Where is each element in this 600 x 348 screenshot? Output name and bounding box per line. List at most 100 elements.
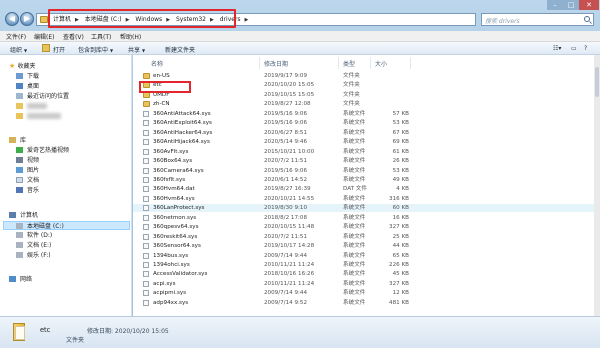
file-name: 360AntiHijack64.sys (153, 139, 210, 146)
file-row[interactable]: 360AntiHacker64.sys 2020/6/27 8:51 系统文件 67 … (133, 129, 594, 137)
column-header-name[interactable]: 名称 (151, 59, 163, 68)
file-name: acpipmi.sys (153, 290, 187, 297)
etc-highlight-box (139, 81, 191, 93)
file-row[interactable]: adp94xx.sys 2009/7/14 9:52 系统文件 481 KB (133, 299, 594, 307)
details-type: 文件夹 (66, 337, 85, 344)
preview-pane-icon[interactable]: ▭ (571, 45, 577, 52)
file-row[interactable]: 360AntiHijack64.sys 2020/5/14 9:46 系统文件 69 … (133, 138, 594, 146)
file-name: 360Box64.sys (153, 158, 193, 165)
file-row[interactable]: acpipmi.sys 2009/7/14 9:44 系统文件 12 KB (133, 289, 594, 297)
nav-network[interactable]: 网络 (9, 275, 32, 284)
file-row[interactable]: 360reskit64.sys 2020/7/2 11:51 系统文件 25 KB (133, 233, 594, 241)
nav-drive-f[interactable]: 娱乐 (F:) (16, 251, 51, 260)
view-options-icon[interactable]: ☷▾ (553, 45, 561, 52)
nav-iqiyi[interactable]: 爱奇艺热播视频 (16, 146, 69, 155)
file-row[interactable]: 1394ohci.sys 2010/11/21 11:24 系统文件 226 KB (133, 261, 594, 269)
file-row[interactable]: zh-CN 2019/8/27 12:08 文件夹 (133, 100, 594, 108)
column-header-type[interactable]: 类型 (343, 59, 355, 68)
menu-view[interactable]: 查看(V) (63, 32, 84, 41)
file-type: 文件夹 (343, 101, 360, 108)
open-button[interactable]: 打开 (53, 45, 65, 54)
folder-icon (16, 103, 23, 109)
column-divider[interactable] (370, 57, 371, 69)
menu-help[interactable]: 帮助(H) (120, 32, 141, 41)
column-divider[interactable] (410, 57, 411, 69)
nav-favorites[interactable]: ★ 收藏夹 (9, 62, 36, 71)
file-date: 2019/10/17 14:28 (264, 243, 315, 250)
file-row[interactable]: 360netmon.sys 2018/8/2 17:08 系统文件 16 KB (133, 214, 594, 222)
file-row[interactable]: 360fsflt.sys 2020/6/1 14:52 系统文件 49 KB (133, 176, 594, 184)
file-row[interactable]: 360Box64.sys 2020/7/2 11:51 系统文件 26 KB (133, 157, 594, 165)
file-row[interactable]: 360Camera64.sys 2019/5/16 9:06 系统文件 53 KB (133, 167, 594, 175)
column-header-date[interactable]: 修改日期 (264, 59, 288, 68)
maximize-button[interactable]: □ (563, 0, 579, 10)
file-size: 226 KB (389, 262, 409, 268)
nav-documents-label: 文档 (27, 177, 40, 184)
nav-favorites-label: 收藏夹 (17, 63, 36, 70)
drive-icon (16, 223, 23, 229)
organize-button[interactable]: 组织 ▼ (10, 45, 27, 54)
file-row[interactable]: 1394bus.sys 2009/7/14 9:44 系统文件 65 KB (133, 252, 594, 260)
nav-documents[interactable]: 文档 (16, 176, 39, 185)
menu-edit[interactable]: 编辑(E) (34, 32, 54, 41)
help-icon[interactable]: ? (584, 45, 587, 52)
folder-icon (13, 323, 25, 341)
nav-downloads[interactable]: 下载 (16, 72, 39, 81)
star-icon: ★ (9, 62, 18, 70)
search-input[interactable]: 搜索 drivers (481, 13, 594, 26)
explorer-window: ◀ ▶ – □ ✕ 计算机 ▶ 本地磁盘 (C:) ▶ Windows ▶ Syste… (0, 0, 600, 348)
nav-iqiyi-label: 爱奇艺热播视频 (27, 147, 70, 154)
minimize-button[interactable]: – (547, 0, 563, 10)
file-row[interactable]: AccessValidator.sys 2018/10/16 16:26 系统文件 4… (133, 270, 594, 278)
nav-redacted-item[interactable] (16, 102, 47, 111)
file-row[interactable]: 360AvFlt.sys 2015/10/21 10:00 系统文件 61 KB (133, 148, 594, 156)
menu-tools[interactable]: 工具(T) (91, 32, 111, 41)
column-divider[interactable] (338, 57, 339, 69)
new-folder-button[interactable]: 新建文件夹 (165, 45, 195, 54)
file-name: 360Camera64.sys (153, 167, 204, 174)
nav-redacted-item[interactable] (16, 112, 61, 121)
breadcrumb-separator-icon[interactable]: ▶ (245, 17, 249, 23)
nav-desktop[interactable]: 桌面 (16, 82, 39, 91)
file-row[interactable]: 360Hvm64.dat 2019/8/27 16:39 DAT 文件 4 KB (133, 185, 594, 193)
vertical-scrollbar[interactable] (594, 55, 600, 316)
file-row[interactable]: 360AntiExploit64.sys 2019/5/16 9:06 系统文件 53… (133, 119, 594, 127)
file-row[interactable]: acpi.sys 2010/11/21 11:24 系统文件 327 KB (133, 280, 594, 288)
back-button[interactable]: ◀ (5, 12, 19, 26)
file-type: 系统文件 (343, 271, 366, 278)
search-icon[interactable] (584, 16, 590, 22)
nav-libraries[interactable]: 库 (9, 136, 26, 145)
nav-videos[interactable]: 视频 (16, 156, 39, 165)
column-header-size[interactable]: 大小 (375, 59, 387, 68)
file-row[interactable]: 360Sensor64.sys 2019/10/17 14:28 系统文件 44 KB (133, 242, 594, 250)
file-row[interactable]: etc 2020/10/20 15:05 文件夹 (133, 81, 594, 89)
file-type: 文件夹 (343, 91, 360, 98)
file-row[interactable]: 360AntiAttack64.sys 2019/5/16 9:06 系统文件 57 … (133, 110, 594, 118)
file-date: 2020/10/20 15:05 (264, 82, 315, 89)
file-date: 2020/7/2 11:51 (264, 233, 308, 240)
details-pane: etc 修改日期: 2020/10/20 15:05 文件夹 (0, 316, 600, 348)
nav-drive-c[interactable]: 本地磁盘 (C:) (3, 221, 130, 230)
share-button[interactable]: 共享 ▼ (128, 45, 145, 54)
nav-computer[interactable]: 计算机 (9, 211, 38, 220)
nav-drive-e[interactable]: 文档 (E:) (16, 241, 51, 250)
file-row[interactable]: en-US 2019/9/17 9:09 文件夹 (133, 72, 594, 80)
close-button[interactable]: ✕ (579, 0, 599, 10)
menu-file[interactable]: 文件(F) (6, 32, 26, 41)
nav-recent[interactable]: 最近访问的位置 (16, 92, 69, 101)
scrollbar-thumb[interactable] (595, 67, 599, 97)
file-row[interactable]: 360qpesv64.sys 2020/10/15 11:48 系统文件 327 KB (133, 223, 594, 231)
include-in-library-button[interactable]: 包含到库中 ▼ (78, 45, 113, 54)
file-name: 360fsflt.sys (153, 176, 186, 183)
file-icon (143, 129, 149, 136)
file-name: 360AntiExploit64.sys (153, 120, 212, 127)
file-size: 61 KB (392, 148, 409, 155)
column-divider[interactable] (259, 57, 260, 69)
nav-music[interactable]: 音乐 (16, 186, 39, 195)
nav-drive-d[interactable]: 软件 (D:) (16, 231, 52, 240)
nav-pictures[interactable]: 图片 (16, 166, 39, 175)
file-row[interactable]: 360Hvm64.sys 2020/10/21 14:55 系统文件 316 KB (133, 195, 594, 203)
file-row[interactable]: UMDF 2019/10/15 15:05 文件夹 (133, 91, 594, 99)
file-row[interactable]: 360LanProtect.sys 2019/8/30 9:10 系统文件 60 KB (133, 204, 594, 213)
forward-button[interactable]: ▶ (20, 12, 34, 26)
